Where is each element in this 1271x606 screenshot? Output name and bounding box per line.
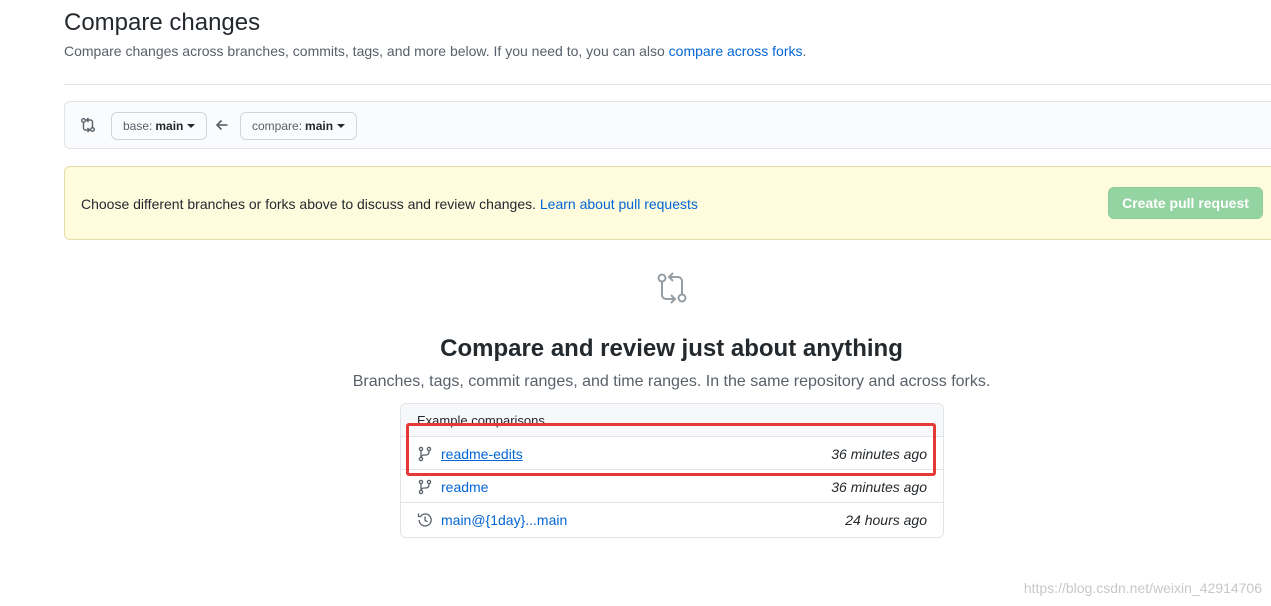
blankslate-title: Compare and review just about anything — [440, 335, 903, 362]
subtitle-text: Compare changes across branches, commits… — [64, 43, 669, 59]
comparison-row: readme 36 minutes ago — [401, 470, 943, 503]
example-comparisons-box: Example comparisons readme-edits 36 minu… — [400, 403, 944, 538]
base-branch-button[interactable]: base: main — [111, 112, 208, 140]
comparison-link[interactable]: readme-edits — [441, 445, 523, 463]
comparison-row: main@{1day}...main 24 hours ago — [401, 503, 943, 536]
page-title: Compare changes — [64, 9, 261, 36]
base-prefix: base: — [123, 119, 153, 133]
caret-down-icon — [187, 124, 196, 128]
git-branch-icon — [418, 479, 432, 495]
blankslate-description: Branches, tags, commit ranges, and time … — [352, 373, 991, 390]
flash-message: Choose different branches or forks above… — [81, 196, 698, 212]
comparison-link[interactable]: readme — [441, 478, 488, 496]
compare-prefix: compare: — [252, 119, 303, 133]
range-editor: base: main compare: main — [64, 101, 1271, 149]
page-subtitle: Compare changes across branches, commits… — [64, 42, 806, 60]
compare-branch-name: main — [305, 119, 334, 133]
compare-branch-button[interactable]: compare: main — [240, 112, 358, 140]
comparison-time: 24 hours ago — [845, 512, 927, 528]
flash-text: Choose different branches or forks above… — [81, 196, 540, 212]
header-divider — [64, 84, 1271, 85]
example-comparisons-header: Example comparisons — [401, 404, 943, 437]
comparison-link[interactable]: main@{1day}...main — [441, 511, 567, 529]
create-pull-request-button[interactable]: Create pull request — [1108, 187, 1263, 219]
comparison-row: readme-edits 36 minutes ago — [401, 437, 943, 470]
comparison-time: 36 minutes ago — [831, 446, 927, 462]
history-icon — [417, 513, 432, 527]
caret-down-icon — [337, 124, 346, 128]
base-branch-name: main — [155, 119, 184, 133]
comparison-time: 36 minutes ago — [831, 479, 927, 495]
learn-pull-requests-link[interactable]: Learn about pull requests — [540, 196, 698, 212]
subtitle-end: . — [802, 43, 807, 59]
info-flash: Choose different branches or forks above… — [64, 166, 1271, 240]
git-compare-icon — [81, 117, 95, 133]
compare-across-forks-link[interactable]: compare across forks — [669, 43, 803, 59]
arrow-left-icon — [215, 119, 228, 131]
watermark: https://blog.csdn.net/weixin_42914706 — [1023, 580, 1262, 596]
git-compare-icon — [657, 272, 687, 304]
git-branch-icon — [418, 446, 432, 462]
